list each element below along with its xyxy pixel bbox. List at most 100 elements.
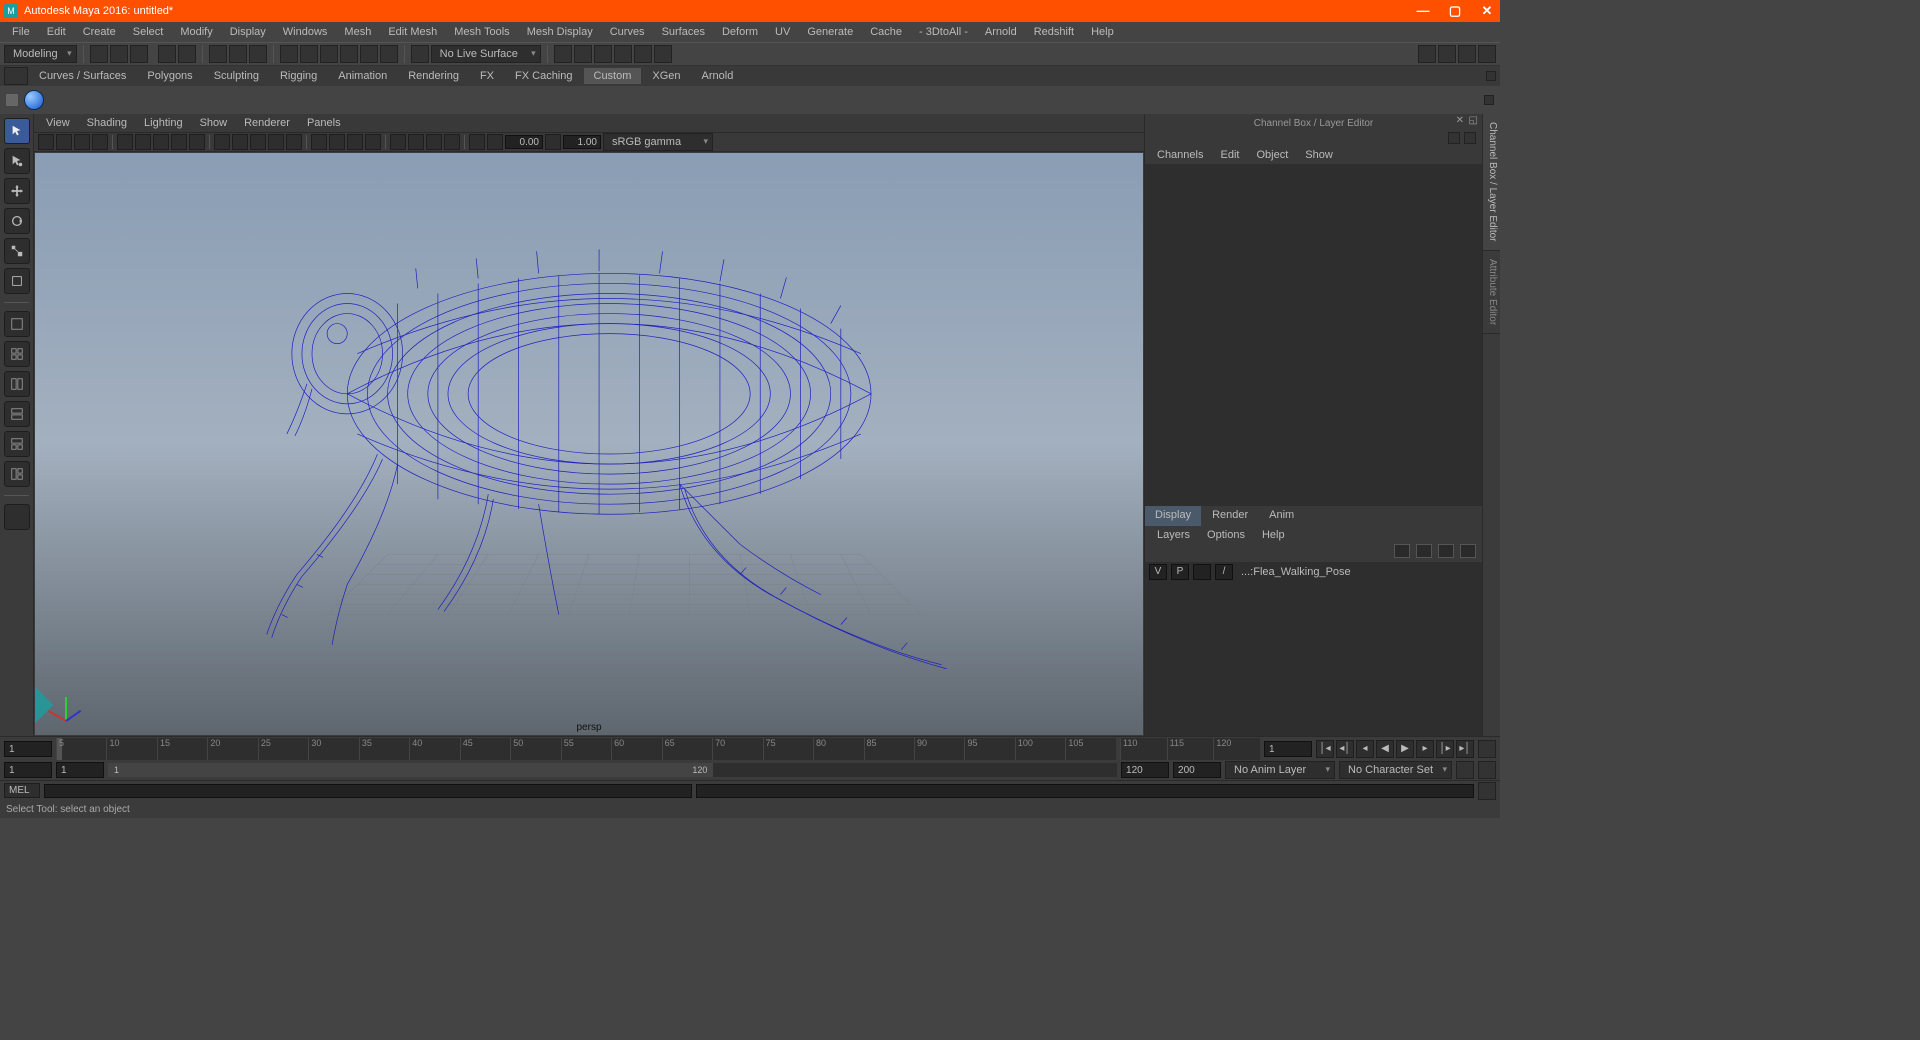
cb-menu-channels[interactable]: Channels <box>1149 147 1211 163</box>
cb-menu-show[interactable]: Show <box>1297 147 1341 163</box>
layer-menu-help[interactable]: Help <box>1254 527 1293 543</box>
select-by-component-icon[interactable] <box>249 45 267 63</box>
layout-single-icon[interactable] <box>4 311 30 337</box>
menu-uv[interactable]: UV <box>767 24 798 40</box>
shelf-tab-sculpting[interactable]: Sculpting <box>204 68 269 84</box>
current-frame-field-right[interactable]: 1 <box>1264 741 1312 757</box>
move-tool[interactable] <box>4 178 30 204</box>
panel-menu-view[interactable]: View <box>38 115 78 131</box>
popout-panel-icon[interactable]: ◱ <box>1469 115 1478 126</box>
shelf-tab-fx[interactable]: FX <box>470 68 504 84</box>
menu-generate[interactable]: Generate <box>799 24 861 40</box>
close-panel-icon[interactable]: ✕ <box>1456 115 1464 126</box>
xray-components-icon[interactable] <box>365 134 381 150</box>
shelf-tab-custom[interactable]: Custom <box>584 68 642 84</box>
select-by-object-icon[interactable] <box>229 45 247 63</box>
move-layer-down-icon[interactable] <box>1416 544 1432 558</box>
snap-grid-icon[interactable] <box>280 45 298 63</box>
layer-visibility-cell[interactable]: V <box>1149 564 1167 580</box>
menu-mesh-tools[interactable]: Mesh Tools <box>446 24 517 40</box>
scale-tool[interactable] <box>4 238 30 264</box>
menu-help[interactable]: Help <box>1083 24 1122 40</box>
panel-menu-lighting[interactable]: Lighting <box>136 115 191 131</box>
character-set-dropdown[interactable]: No Character Set <box>1339 761 1452 779</box>
menu-select[interactable]: Select <box>125 24 172 40</box>
ipr-render-icon[interactable] <box>594 45 612 63</box>
workspace-selector[interactable]: Modeling <box>4 45 77 63</box>
motion-blur-icon[interactable] <box>408 134 424 150</box>
menu-file[interactable]: File <box>4 24 38 40</box>
cb-menu-edit[interactable]: Edit <box>1212 147 1247 163</box>
shelf-tab-polygons[interactable]: Polygons <box>137 68 202 84</box>
undo-icon[interactable] <box>158 45 176 63</box>
last-tool[interactable] <box>4 268 30 294</box>
menu-display[interactable]: Display <box>222 24 274 40</box>
go-to-end-button[interactable]: ▸│ <box>1456 740 1474 758</box>
outliner-toggle-icon[interactable] <box>4 504 30 530</box>
step-back-key-button[interactable]: ◂│ <box>1336 740 1354 758</box>
toggle-channel-box-icon[interactable] <box>1458 45 1476 63</box>
panel-menu-show[interactable]: Show <box>192 115 236 131</box>
toggle-modeling-toolkit-icon[interactable] <box>1478 45 1496 63</box>
menu-modify[interactable]: Modify <box>172 24 220 40</box>
range-bar[interactable]: 1 120 <box>108 763 1117 777</box>
menu-deform[interactable]: Deform <box>714 24 766 40</box>
snap-curve-icon[interactable] <box>300 45 318 63</box>
toggle-tool-settings-icon[interactable] <box>1438 45 1456 63</box>
side-tab-channel-box[interactable]: Channel Box / Layer Editor <box>1483 114 1500 251</box>
layer-row[interactable]: V P / ...:Flea_Walking_Pose <box>1145 562 1482 582</box>
open-scene-icon[interactable] <box>110 45 128 63</box>
range-end-field[interactable]: 200 <box>1173 762 1221 778</box>
shelf-menu-icon[interactable] <box>4 67 28 85</box>
panel-menu-shading[interactable]: Shading <box>79 115 135 131</box>
film-gate-icon[interactable] <box>117 134 133 150</box>
menu-windows[interactable]: Windows <box>275 24 336 40</box>
script-language-selector[interactable]: MEL <box>4 783 40 798</box>
live-surface-dropdown[interactable]: No Live Surface <box>431 45 541 63</box>
maximize-button[interactable]: ▢ <box>1446 2 1464 20</box>
side-tab-attribute-editor[interactable]: Attribute Editor <box>1483 251 1500 334</box>
command-input[interactable] <box>44 784 692 798</box>
make-live-icon[interactable] <box>411 45 429 63</box>
time-ruler-right[interactable]: 110115120 <box>1120 738 1260 760</box>
snap-view-icon[interactable] <box>380 45 398 63</box>
field-chart-icon[interactable] <box>171 134 187 150</box>
gamma-icon[interactable] <box>545 134 561 150</box>
menu-mesh-display[interactable]: Mesh Display <box>519 24 601 40</box>
select-camera-icon[interactable] <box>38 134 54 150</box>
shelf-scroll-up-icon[interactable] <box>1486 71 1496 81</box>
minimize-button[interactable]: — <box>1414 2 1432 20</box>
shadows-icon[interactable] <box>286 134 302 150</box>
layer-tab-display[interactable]: Display <box>1145 506 1201 526</box>
layer-tab-render[interactable]: Render <box>1202 506 1258 526</box>
ssao-icon[interactable] <box>390 134 406 150</box>
menu-redshift[interactable]: Redshift <box>1026 24 1082 40</box>
playback-start-field[interactable]: 1 <box>56 762 104 778</box>
shelf-edit-icon[interactable] <box>6 94 18 106</box>
use-textures-icon[interactable] <box>250 134 266 150</box>
redo-icon[interactable] <box>178 45 196 63</box>
layout-two-side-icon[interactable] <box>4 371 30 397</box>
panel-menu-renderer[interactable]: Renderer <box>236 115 298 131</box>
layer-playback-cell[interactable]: P <box>1171 564 1189 580</box>
save-scene-icon[interactable] <box>130 45 148 63</box>
new-layer-icon[interactable] <box>1438 544 1454 558</box>
lock-camera-icon[interactable] <box>56 134 72 150</box>
smooth-shade-icon[interactable] <box>232 134 248 150</box>
xray-joints-icon[interactable] <box>347 134 363 150</box>
layer-name[interactable]: ...:Flea_Walking_Pose <box>1237 566 1351 578</box>
shelf-tab-xgen[interactable]: XGen <box>642 68 690 84</box>
toggle-attribute-editor-icon[interactable] <box>1418 45 1436 63</box>
image-plane-icon[interactable] <box>92 134 108 150</box>
shelf-tab-animation[interactable]: Animation <box>328 68 397 84</box>
menu-edit-mesh[interactable]: Edit Mesh <box>380 24 445 40</box>
layout-four-icon[interactable] <box>4 341 30 367</box>
playback-loop-icon[interactable] <box>1478 740 1496 758</box>
range-handle[interactable]: 1 120 <box>108 763 713 777</box>
snap-point-icon[interactable] <box>320 45 338 63</box>
exposure-icon[interactable] <box>487 134 503 150</box>
layout-two-stacked-icon[interactable] <box>4 401 30 427</box>
shelf-tab-fx-caching[interactable]: FX Caching <box>505 68 582 84</box>
select-tool[interactable] <box>4 118 30 144</box>
shelf-custom-button[interactable] <box>24 90 44 110</box>
